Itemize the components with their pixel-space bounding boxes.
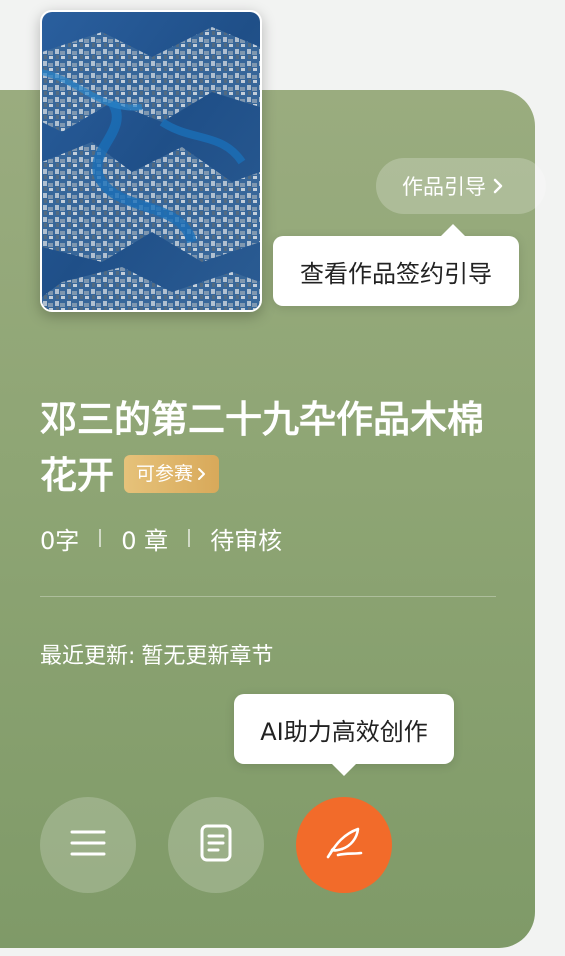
ai-write-button[interactable] <box>296 797 392 893</box>
ai-tooltip: AI助力高效创作 <box>234 694 454 776</box>
chevron-right-icon <box>197 467 207 481</box>
stats-separator <box>188 529 191 547</box>
book-cover[interactable] <box>40 10 262 312</box>
menu-icon <box>70 828 106 862</box>
review-status: 待审核 <box>210 526 283 555</box>
work-guide-button[interactable]: 作品引导 <box>376 158 546 214</box>
latest-update: 最近更新: 暂无更新章节 <box>40 638 273 670</box>
stats-separator <box>99 529 102 547</box>
work-stats: 0字 0 章 待审核 <box>40 520 282 556</box>
ai-tooltip-text: AI助力高效创作 <box>260 717 428 746</box>
contest-badge[interactable]: 可参赛 <box>124 454 220 493</box>
menu-button[interactable] <box>40 797 136 893</box>
work-guide-label: 作品引导 <box>402 175 486 199</box>
chapters-button[interactable] <box>168 797 264 893</box>
document-icon <box>200 824 232 866</box>
chapter-count: 0 章 <box>121 526 169 555</box>
latest-update-value: 暂无更新章节 <box>141 644 274 669</box>
cover-image <box>42 12 260 310</box>
work-guide-tooltip: 查看作品签约引导 <box>273 224 519 306</box>
chevron-right-icon <box>492 178 504 194</box>
work-title: 邓三的第二十九卆作品木棉花开 可参赛 <box>40 392 510 504</box>
divider <box>40 596 496 597</box>
tooltip-arrow <box>332 764 356 776</box>
word-count: 0字 <box>40 526 80 555</box>
work-guide-tooltip-text: 查看作品签约引导 <box>300 259 492 288</box>
work-title-text: 邓三的第二十九卆作品木棉花开 <box>40 398 484 497</box>
tooltip-arrow <box>441 224 465 236</box>
latest-update-label: 最近更新: <box>40 644 136 669</box>
contest-badge-label: 可参赛 <box>136 462 194 485</box>
quill-pen-icon <box>324 826 364 864</box>
